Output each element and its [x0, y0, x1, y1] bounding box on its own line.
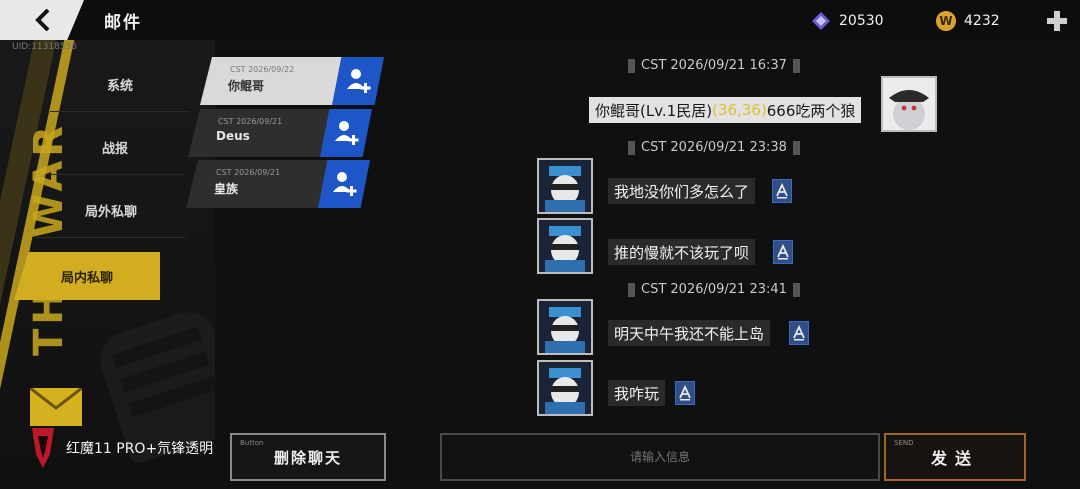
- chat-list-item[interactable]: CST 2026/09/22 你鲲哥: [200, 57, 384, 105]
- watermark-text: 红魔11 PRO+氘锋透明: [66, 441, 214, 457]
- received-message-bubble: 明天中午我还不能上岛: [608, 320, 771, 346]
- message-timestamp: CST 2026/09/21 23:38: [628, 140, 800, 155]
- avatar-portrait-icon: [539, 160, 591, 212]
- sender-avatar[interactable]: [537, 158, 593, 214]
- own-message-suffix: 666吃两个狼: [766, 101, 856, 120]
- page-title: 邮件: [104, 13, 142, 33]
- top-bar: [0, 0, 1080, 40]
- mail-envelope-icon[interactable]: [30, 388, 82, 426]
- category-battle-report[interactable]: 战报: [45, 121, 185, 175]
- sender-avatar[interactable]: [537, 218, 593, 274]
- send-tag: SEND: [894, 439, 914, 447]
- add-user-icon: [347, 69, 371, 93]
- coordinate-link[interactable]: (36,36): [712, 101, 767, 119]
- translate-button[interactable]: [773, 240, 793, 264]
- translate-button[interactable]: [789, 321, 809, 345]
- device-logo-icon: [32, 428, 54, 468]
- gem-count: 20530: [839, 13, 884, 29]
- chat-list-item[interactable]: CST 2026/09/21 皇族: [186, 160, 370, 208]
- chat-name: Deus: [216, 129, 250, 143]
- coin-icon: W: [936, 11, 956, 31]
- sender-avatar[interactable]: [537, 360, 593, 416]
- avatar-portrait-icon: [539, 220, 591, 272]
- coin-currency: W 4232: [936, 11, 1000, 31]
- avatar-portrait-icon: [883, 78, 935, 130]
- message-timestamp: CST 2026/09/21 16:37: [628, 58, 800, 73]
- category-inside-private-chat[interactable]: 局内私聊: [14, 252, 160, 300]
- back-arrow-icon: [35, 8, 50, 32]
- gem-currency: 20530: [811, 11, 884, 31]
- translate-icon: [679, 385, 691, 401]
- add-user-icon: [335, 121, 359, 145]
- add-currency-plus-icon[interactable]: [1046, 10, 1068, 32]
- chat-date: CST 2026/09/21: [218, 117, 283, 126]
- translate-button[interactable]: [772, 179, 792, 203]
- translate-icon: [777, 244, 789, 260]
- gem-icon: [812, 12, 830, 30]
- category-system[interactable]: 系统: [50, 58, 190, 112]
- button-tag: Button: [240, 439, 264, 447]
- delete-chat-button[interactable]: Button 删除聊天: [230, 433, 386, 481]
- received-message-bubble: 推的慢就不该玩了呗: [608, 239, 756, 265]
- own-avatar[interactable]: [881, 76, 937, 132]
- received-message-bubble: 我咋玩: [608, 380, 666, 406]
- category-outside-private-chat[interactable]: 局外私聊: [36, 184, 186, 238]
- message-input[interactable]: [440, 433, 880, 481]
- send-label: 发送: [930, 449, 979, 468]
- chat-list-item[interactable]: CST 2026/09/21 Deus: [188, 109, 372, 157]
- sender-avatar[interactable]: [537, 299, 593, 355]
- add-user-icon: [333, 172, 357, 196]
- chat-name: 你鲲哥: [228, 79, 265, 93]
- own-message-prefix: 你鲲哥(Lv.1民居): [595, 101, 713, 120]
- coin-count: 4232: [964, 13, 1000, 29]
- received-message-bubble: 我地没你们多怎么了: [608, 178, 756, 204]
- avatar-portrait-icon: [539, 301, 591, 353]
- translate-button[interactable]: [675, 381, 695, 405]
- own-message-bubble: 你鲲哥(Lv.1民居) (36,36) 666吃两个狼: [589, 97, 862, 123]
- send-button[interactable]: SEND 发送: [884, 433, 1026, 481]
- translate-icon: [776, 183, 788, 199]
- avatar-portrait-icon: [539, 362, 591, 414]
- device-watermark: 红魔11 PRO+氘锋透明: [28, 426, 213, 470]
- delete-chat-label: 删除聊天: [273, 448, 342, 467]
- user-id: UID:11318556: [12, 42, 78, 52]
- message-timestamp: CST 2026/09/21 23:41: [628, 282, 800, 297]
- chat-date: CST 2026/09/21: [216, 168, 281, 177]
- translate-icon: [793, 325, 805, 341]
- chat-name: 皇族: [214, 182, 239, 196]
- chat-date: CST 2026/09/22: [230, 65, 295, 74]
